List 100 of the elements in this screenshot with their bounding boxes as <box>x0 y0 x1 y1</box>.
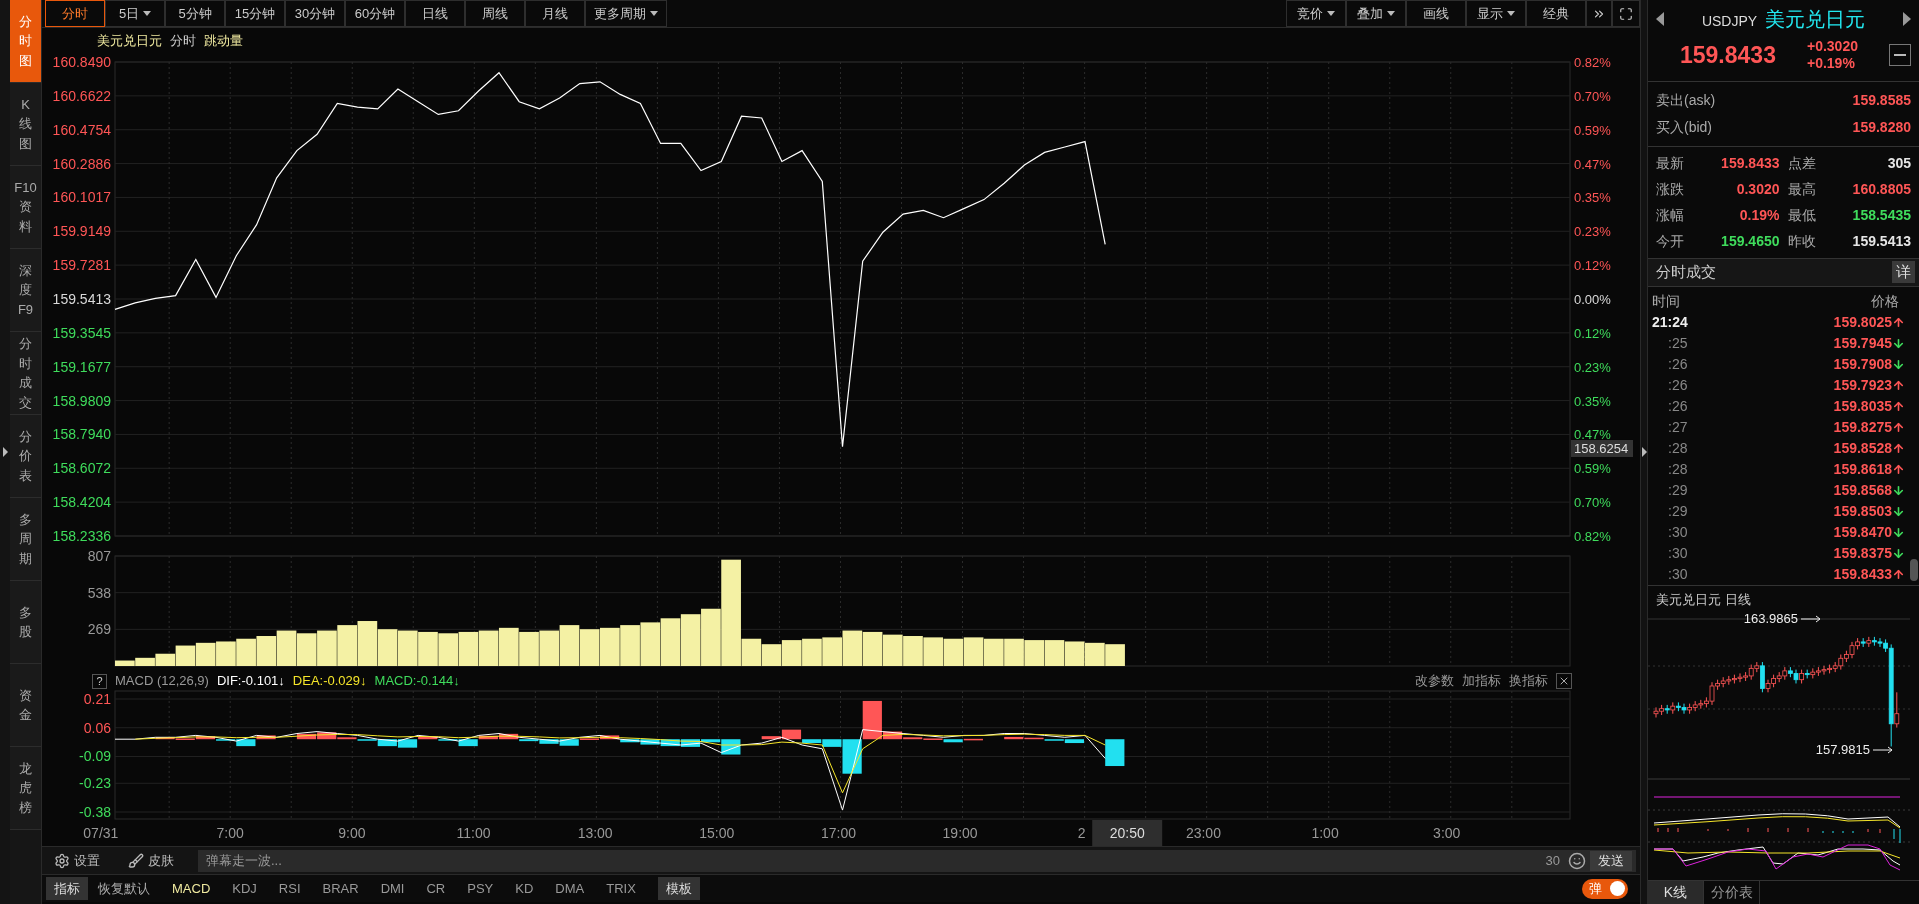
price-axis-label: 160.8490 <box>52 54 111 70</box>
column-header: 时间 <box>1652 291 1680 311</box>
stat-value: 159.4650 <box>1720 231 1780 251</box>
quote-label: 卖出(ask) <box>1656 90 1716 110</box>
stat-label: 涨幅 <box>1656 205 1685 225</box>
price-axis-label: 159.7281 <box>52 257 111 274</box>
trade-price: 159.8025 <box>1833 312 1892 332</box>
low-price-annotation: 157.9815 <box>1815 742 1893 757</box>
high-price-annotation: 163.9865 <box>1743 611 1821 626</box>
symbol-code: USDJPY <box>1701 12 1758 31</box>
quote-value: 159.8585 <box>1852 90 1911 110</box>
price-axis-label: 160.2886 <box>52 155 111 172</box>
trade-price: 159.8568 <box>1833 480 1892 500</box>
stat-label: 最新 <box>1656 153 1685 173</box>
stat-value: 160.8805 <box>1851 179 1911 199</box>
time-axis-label: 3:00 <box>1433 825 1461 841</box>
stat-label: 涨跌 <box>1656 179 1685 199</box>
time-axis-label: 1:00 <box>1311 825 1339 841</box>
chart-mode-label: 分时 <box>170 32 196 51</box>
percent-axis-label: 0.47% <box>1574 427 1611 443</box>
quote-label: 买入(bid) <box>1656 117 1712 137</box>
stat-label: 点差 <box>1786 153 1817 173</box>
price-axis-label: 160.1017 <box>52 189 111 206</box>
percent-axis-label: 0.35% <box>1574 190 1611 206</box>
price-axis-label: 160.6622 <box>52 87 111 104</box>
macd-axis-label: 0.21 <box>83 691 111 707</box>
price-axis-label: 159.5413 <box>52 291 111 307</box>
price-axis-label: 158.4204 <box>52 494 111 511</box>
macd-axis-label: 0.06 <box>83 719 111 736</box>
volume-axis-label: 269 <box>87 621 111 638</box>
indicator-reading: DIF:-0.101↓ <box>216 672 285 691</box>
price-axis-label: 158.2336 <box>52 528 111 544</box>
percent-axis-label: 0.59% <box>1574 461 1611 477</box>
percent-axis-label: 0.12% <box>1574 325 1611 341</box>
price-axis-label: 159.1677 <box>52 358 111 375</box>
trade-price: 159.7923 <box>1833 375 1892 395</box>
percent-axis-label: 0.70% <box>1574 495 1611 511</box>
time-axis-label: 7:00 <box>216 825 244 841</box>
time-axis-label: 17:00 <box>820 825 856 841</box>
macd-axis-label: -0.23 <box>79 775 111 792</box>
trade-price: 159.8375 <box>1833 543 1892 563</box>
cursor-price-label: 158.6254 <box>1571 440 1633 457</box>
percent-axis-label: 0.70% <box>1574 88 1611 104</box>
percent-axis-label: 0.23% <box>1574 359 1611 375</box>
time-axis-label: 9:00 <box>338 825 366 841</box>
trade-time: :29 <box>1667 501 1688 521</box>
stat-value: 0.3020 <box>1735 179 1780 199</box>
stat-label: 今开 <box>1656 231 1685 251</box>
price-axis-label: 159.9149 <box>52 223 111 240</box>
percent-axis-label: 0.12% <box>1574 258 1611 274</box>
daily-chart-title: 美元兑日元 日线 <box>1655 590 1752 609</box>
trades-panel-title: 分时成交 <box>1656 261 1716 282</box>
price-axis-label: 158.9809 <box>52 392 111 409</box>
stat-value: 159.8433 <box>1720 153 1780 173</box>
price-axis-label: 158.7940 <box>52 426 111 443</box>
trade-time: 21:24 <box>1652 312 1688 332</box>
percent-axis-label: 0.23% <box>1574 224 1611 240</box>
trade-time: :28 <box>1667 459 1688 479</box>
chart-indicator-label: 跳动量 <box>204 32 243 51</box>
trade-time: :26 <box>1667 354 1688 374</box>
price-change: +0.3020 <box>1806 38 1858 56</box>
cursor-time-label: 20:50 <box>1092 820 1163 846</box>
character-count: 30 <box>1545 851 1560 870</box>
trade-price: 159.7908 <box>1833 354 1892 374</box>
column-header: 价格 <box>1871 291 1899 311</box>
trade-time: :30 <box>1667 522 1688 542</box>
symbol-name: 美元兑日元 <box>1765 7 1866 32</box>
trade-price: 159.7945 <box>1833 333 1892 353</box>
stat-value: 0.19% <box>1738 205 1780 225</box>
time-axis-label: 11:00 <box>456 825 491 841</box>
stat-value: 305 <box>1886 153 1911 173</box>
trade-price: 159.8503 <box>1833 501 1892 521</box>
trade-price: 159.8618 <box>1833 459 1892 479</box>
indicator-bar-label: 指标 <box>46 876 88 901</box>
time-axis-label: 19:00 <box>942 825 978 841</box>
time-axis-label: 07/31 <box>83 825 119 841</box>
time-axis-label: 13:00 <box>577 825 613 841</box>
price-axis-label: 159.3545 <box>52 324 111 341</box>
indicator-reading: DEA:-0.029↓ <box>292 672 367 691</box>
volume-axis-label: 807 <box>87 548 111 564</box>
price-axis-label: 160.4754 <box>52 121 111 138</box>
time-axis-label: 2 <box>1077 825 1086 841</box>
quote-value: 159.8280 <box>1852 117 1911 137</box>
trade-price: 159.8470 <box>1833 522 1892 542</box>
chart-symbol-name: 美元兑日元 <box>97 32 162 51</box>
trade-time: :29 <box>1667 480 1688 500</box>
stat-label: 最高 <box>1786 179 1817 199</box>
price-axis-label: 158.6072 <box>52 460 111 477</box>
trade-time: :26 <box>1667 396 1688 416</box>
trade-price: 159.8035 <box>1833 396 1892 416</box>
stat-value: 159.5413 <box>1851 231 1911 251</box>
trade-time: :30 <box>1667 543 1688 563</box>
percent-axis-label: 0.47% <box>1574 156 1611 172</box>
trade-price: 159.8275 <box>1833 417 1892 437</box>
stat-label: 昨收 <box>1786 231 1817 251</box>
trade-price: 159.8528 <box>1833 438 1892 458</box>
trade-time: :27 <box>1667 417 1688 437</box>
indicator-title: MACD (12,26,9) <box>115 672 209 691</box>
price-change-percent: +0.19% <box>1806 55 1856 73</box>
time-axis-label: 23:00 <box>1185 825 1221 841</box>
